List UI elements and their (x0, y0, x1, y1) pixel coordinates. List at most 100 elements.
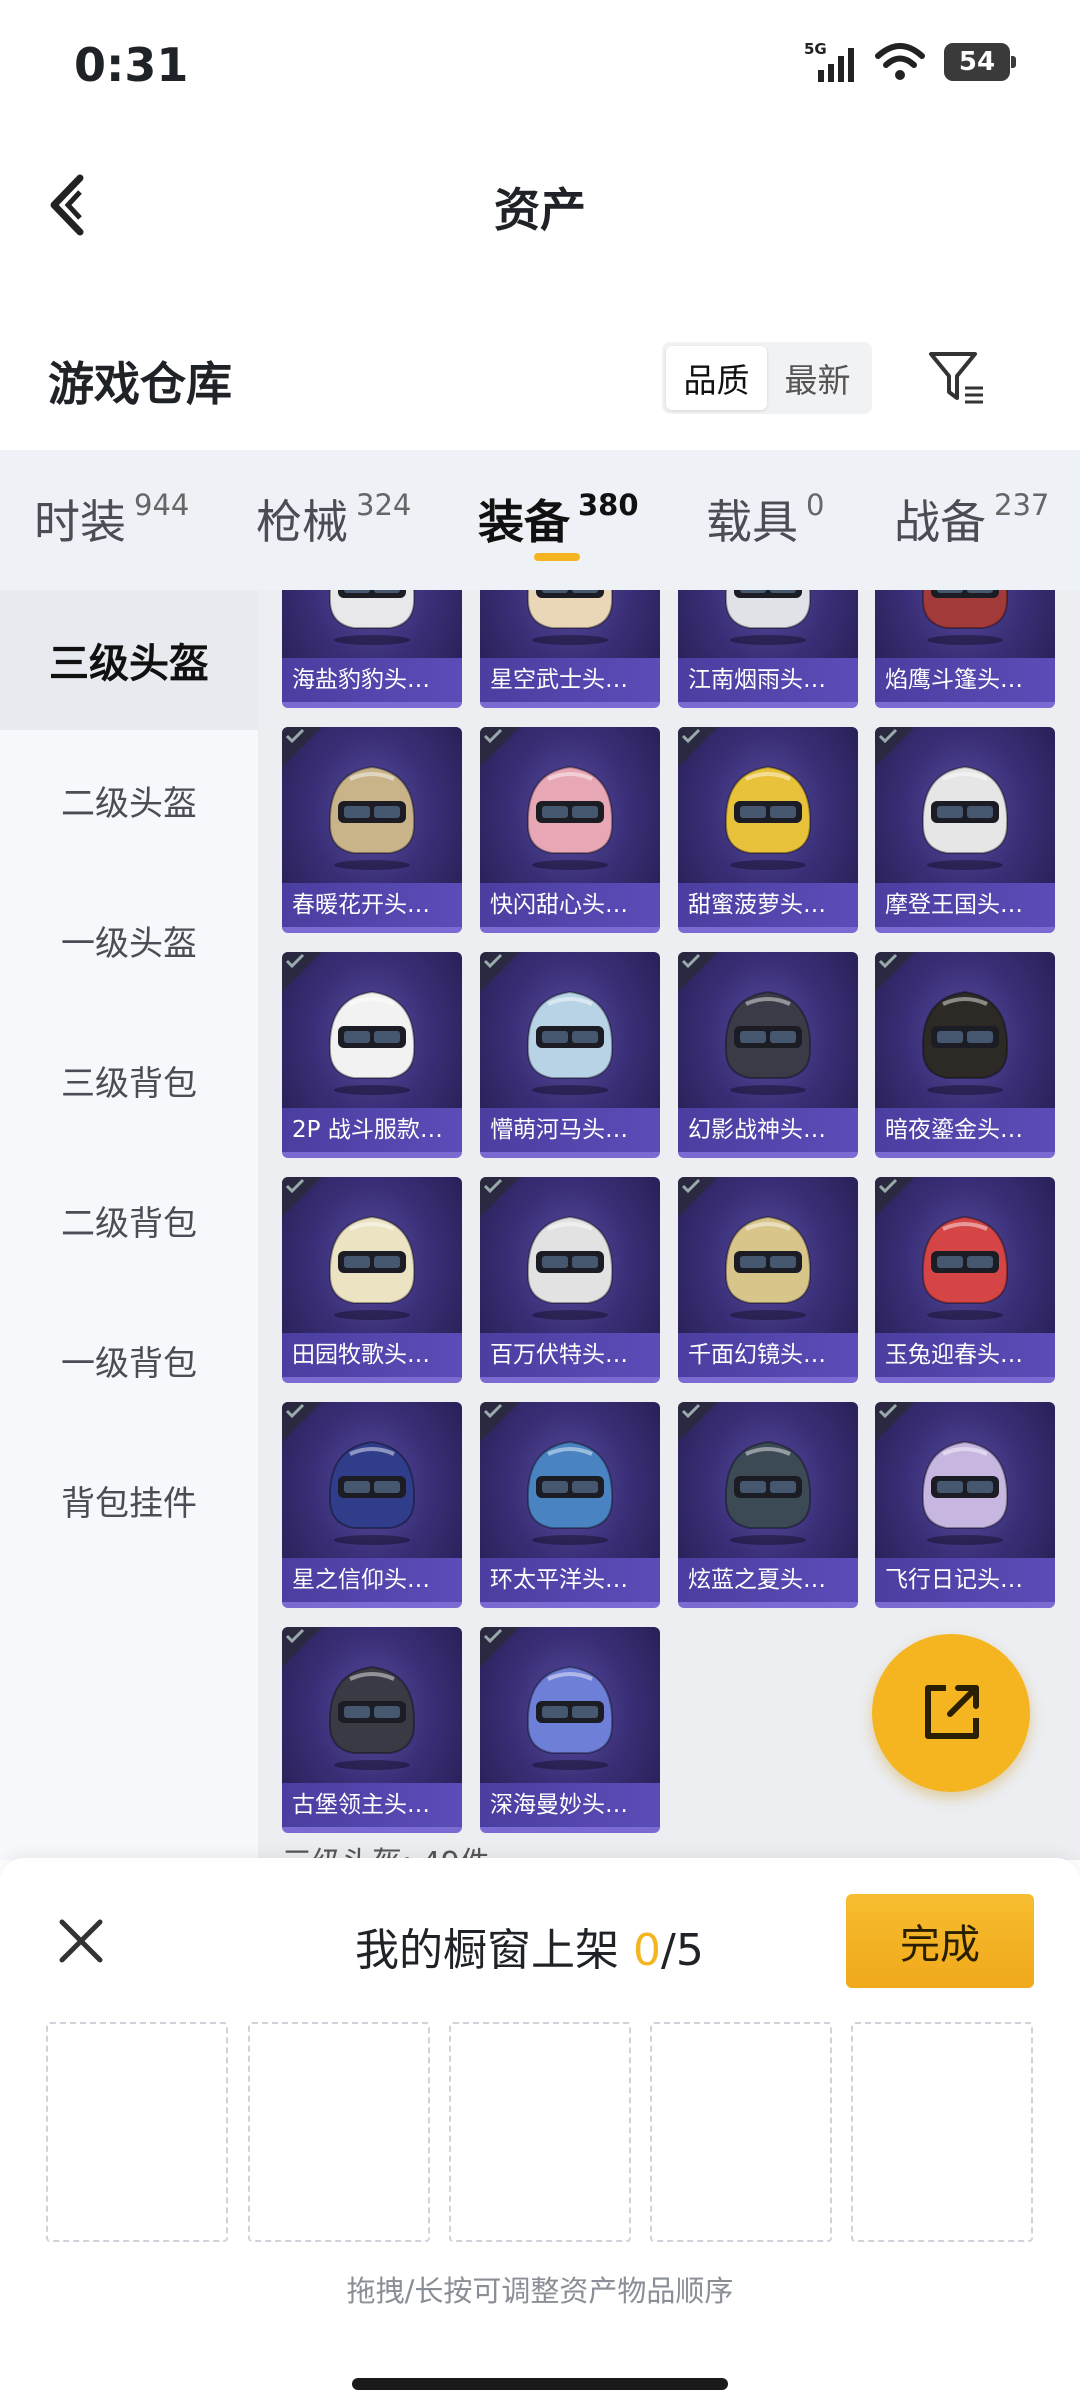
item-card[interactable]: 星之信仰头… (282, 1402, 462, 1608)
wifi-icon (875, 43, 925, 80)
sidebar-item-level2-backpack[interactable]: 二级背包 (0, 1150, 258, 1290)
helmet-icon (921, 590, 1009, 645)
item-card[interactable]: 暗夜鎏金头… (875, 952, 1055, 1158)
warehouse-bar: 游戏仓库 品质 最新 (0, 320, 1080, 440)
item-card[interactable]: 海盐豹豹头… (282, 590, 462, 708)
tab-label: 枪械 (256, 495, 348, 549)
check-icon (681, 1403, 701, 1419)
cellular-signal-icon: 5G (804, 40, 854, 82)
helmet-icon (328, 1215, 416, 1320)
home-indicator (352, 2378, 728, 2390)
item-card[interactable]: 深海曼妙头… (480, 1627, 660, 1833)
item-card[interactable]: 百万伏特头… (480, 1177, 660, 1383)
item-card[interactable]: 千面幻镜头… (678, 1177, 858, 1383)
showcase-slot[interactable] (248, 2022, 430, 2242)
filter-icon[interactable] (925, 346, 989, 410)
sidebar-item-level1-backpack[interactable]: 一级背包 (0, 1290, 258, 1430)
showcase-sheet: 我的橱窗上架 0/5 完成 拖拽/长按可调整资产物品顺序 (0, 1858, 1080, 2403)
item-card[interactable]: 炫蓝之夏头… (678, 1402, 858, 1608)
tab-count: 0 (806, 488, 825, 522)
tab-label: 时装 (34, 495, 126, 549)
header: 资产 (0, 140, 1080, 270)
item-card-label: 暗夜鎏金头… (875, 1108, 1055, 1152)
item-card-label: 星空武士头… (480, 658, 660, 702)
helmet-icon (526, 765, 614, 870)
showcase-slot[interactable] (650, 2022, 832, 2242)
item-card-label: 深海曼妙头… (480, 1783, 660, 1827)
sidebar-item-level3-backpack[interactable]: 三级背包 (0, 1010, 258, 1150)
item-card[interactable]: 春暖花开头… (282, 727, 462, 933)
helmet-icon (526, 1665, 614, 1770)
item-card-label: 幻影战神头… (678, 1108, 858, 1152)
helmet-icon (328, 765, 416, 870)
showcase-title-text: 我的橱窗上架 (355, 1925, 619, 1976)
helmet-icon (526, 1215, 614, 1320)
item-card[interactable]: 田园牧歌头… (282, 1177, 462, 1383)
item-card[interactable]: 摩登王国头… (875, 727, 1055, 933)
check-icon (878, 1403, 898, 1419)
check-icon (483, 1178, 503, 1194)
sidebar-item-level1-helmet[interactable]: 一级头盔 (0, 870, 258, 1010)
sidebar-item-level3-helmet[interactable]: 三级头盔 (0, 590, 258, 730)
item-card-label: 千面幻镜头… (678, 1333, 858, 1377)
item-card-label: 星之信仰头… (282, 1558, 462, 1602)
share-button[interactable] (872, 1634, 1030, 1792)
showcase-title: 我的橱窗上架 0/5 (355, 1914, 704, 1978)
helmet-icon (724, 990, 812, 1095)
tab-count: 324 (356, 488, 412, 522)
item-card[interactable]: 2P 战斗服款… (282, 952, 462, 1158)
showcase-total: /5 (661, 1925, 704, 1976)
showcase-count: 0 (633, 1925, 661, 1976)
item-card-label: 懵萌河马头… (480, 1108, 660, 1152)
svg-text:5G: 5G (804, 40, 827, 58)
item-card[interactable]: 江南烟雨头… (678, 590, 858, 708)
sort-by-newest-button[interactable]: 最新 (767, 346, 868, 410)
tab-fashion[interactable]: 时装 944 (34, 486, 189, 552)
item-card-label: 摩登王国头… (875, 883, 1055, 927)
helmet-icon (724, 765, 812, 870)
item-card[interactable]: 飞行日记头… (875, 1402, 1055, 1608)
item-card-label: 甜蜜菠萝头… (678, 883, 858, 927)
done-button[interactable]: 完成 (846, 1894, 1034, 1988)
item-card[interactable]: 焰鹰斗篷头… (875, 590, 1055, 708)
check-icon (681, 1178, 701, 1194)
check-icon (878, 953, 898, 969)
item-card-label: 2P 战斗服款… (282, 1108, 462, 1152)
showcase-slot[interactable] (449, 2022, 631, 2242)
status-time: 0:31 (74, 38, 189, 92)
item-card-label: 飞行日记头… (875, 1558, 1055, 1602)
item-card[interactable]: 懵萌河马头… (480, 952, 660, 1158)
category-tabs: 时装 944 枪械 324 装备 380 载具 0 战备 237 (0, 450, 1080, 590)
sidebar-item-level2-helmet[interactable]: 二级头盔 (0, 730, 258, 870)
check-icon (878, 728, 898, 744)
item-card[interactable]: 古堡领主头… (282, 1627, 462, 1833)
battery-icon: 54 (944, 43, 1016, 81)
tab-count: 380 (578, 488, 639, 522)
showcase-slot[interactable] (851, 2022, 1033, 2242)
page-title: 资产 (494, 183, 586, 237)
tab-label: 载具 (706, 495, 798, 549)
showcase-slot[interactable] (46, 2022, 228, 2242)
sidebar-item-backpack-pendant[interactable]: 背包挂件 (0, 1430, 258, 1570)
tab-equipment[interactable]: 装备 380 (478, 486, 639, 552)
tab-weapons[interactable]: 枪械 324 (256, 486, 411, 552)
close-icon[interactable] (56, 1916, 106, 1966)
status-bar: 0:31 5G 54 (0, 0, 1080, 130)
tab-count: 237 (994, 488, 1050, 522)
check-icon (483, 1628, 503, 1644)
item-card-label: 春暖花开头… (282, 883, 462, 927)
warehouse-title: 游戏仓库 (48, 357, 232, 411)
item-card[interactable]: 星空武士头… (480, 590, 660, 708)
item-card[interactable]: 甜蜜菠萝头… (678, 727, 858, 933)
item-card-label: 古堡领主头… (282, 1783, 462, 1827)
item-card[interactable]: 玉兔迎春头… (875, 1177, 1055, 1383)
check-icon (878, 1178, 898, 1194)
item-card[interactable]: 快闪甜心头… (480, 727, 660, 933)
item-card[interactable]: 环太平洋头… (480, 1402, 660, 1608)
tab-battle-prep[interactable]: 战备 237 (894, 486, 1049, 552)
check-icon (681, 728, 701, 744)
item-card[interactable]: 幻影战神头… (678, 952, 858, 1158)
item-card-label: 炫蓝之夏头… (678, 1558, 858, 1602)
tab-vehicles[interactable]: 载具 0 (706, 486, 824, 552)
sort-by-quality-button[interactable]: 品质 (666, 346, 767, 410)
